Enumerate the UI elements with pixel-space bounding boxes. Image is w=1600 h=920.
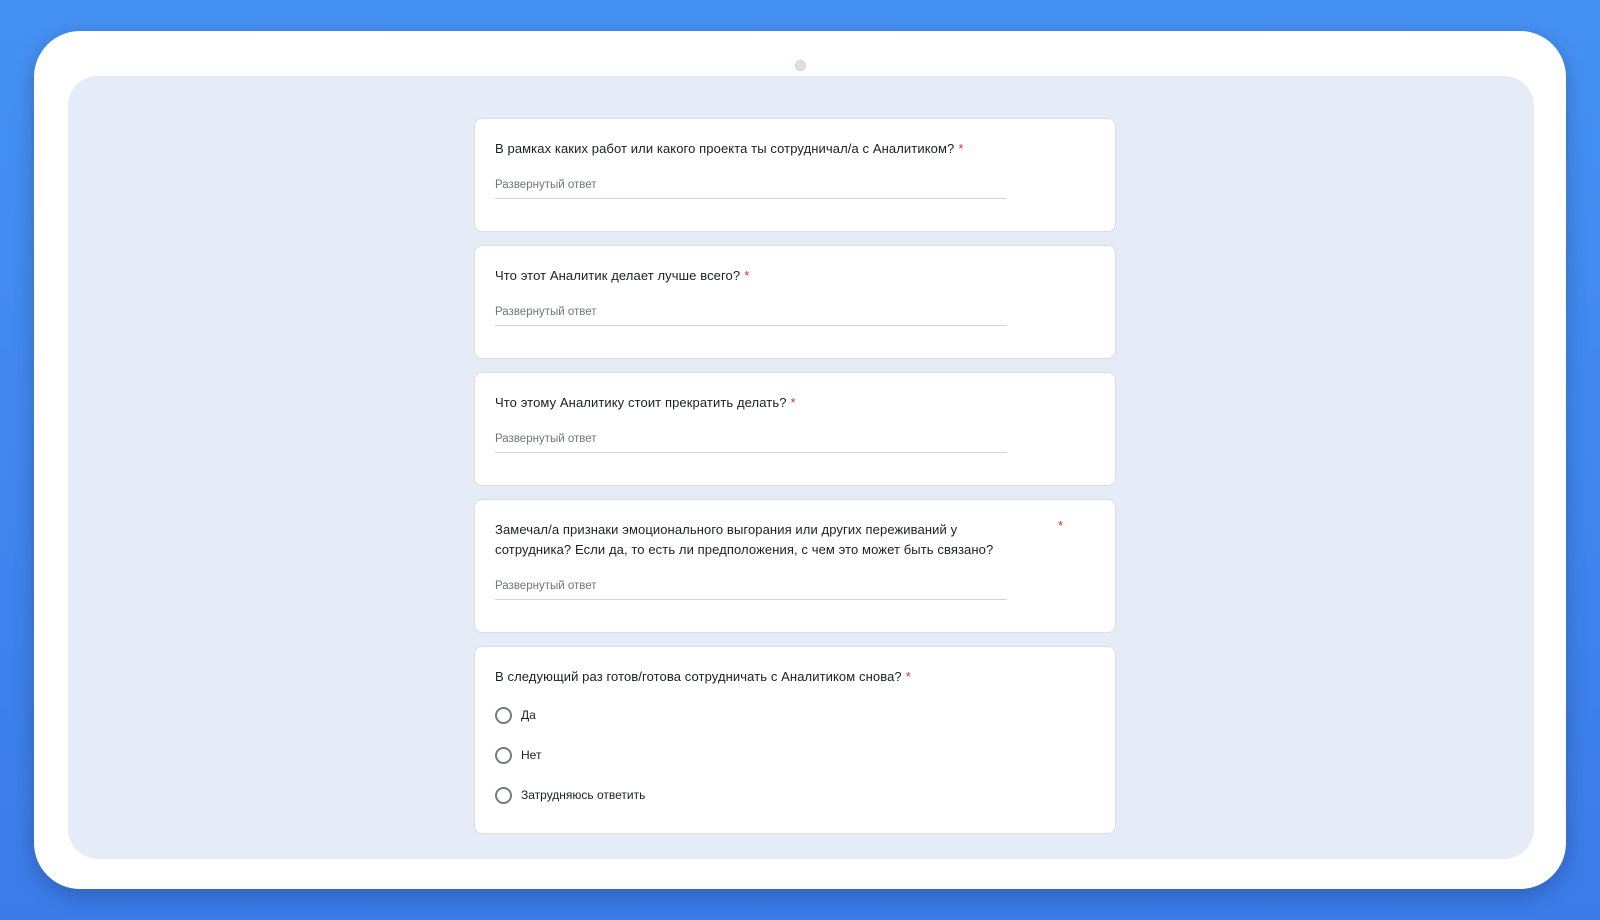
required-star: * (1058, 518, 1064, 533)
question-title: Что этот Аналитик делает лучше всего? * (495, 266, 1095, 286)
radio-option-label[interactable]: Затрудняюсь ответить (521, 788, 645, 802)
screen: В рамках каких работ или какого проекта … (68, 76, 1534, 859)
long-answer-input[interactable] (495, 576, 1007, 600)
radio-option-no[interactable]: Нет (495, 743, 1095, 767)
long-answer-input[interactable] (495, 175, 1007, 199)
question-title: Замечал/а признаки эмоционального выгора… (495, 520, 1007, 560)
required-star: * (790, 395, 796, 410)
required-star: * (905, 669, 911, 684)
question-title: Что этому Аналитику стоит прекратить дел… (495, 393, 1095, 413)
question-title-text: Что этот Аналитик делает лучше всего? (495, 268, 741, 283)
radio-option-yes[interactable]: Да (495, 703, 1095, 727)
radio-group: Да Нет Затрудняюсь ответить (495, 703, 1095, 807)
required-star: * (958, 141, 964, 156)
question-title-text: В рамках каких работ или какого проекта … (495, 141, 955, 156)
question-card-collaborate-again: В следующий раз готов/готова сотрудничат… (474, 646, 1116, 834)
question-card-burnout: Замечал/а признаки эмоционального выгора… (474, 499, 1116, 633)
tablet-frame: В рамках каких работ или какого проекта … (34, 31, 1566, 889)
question-card-strengths: Что этот Аналитик делает лучше всего? * (474, 245, 1116, 359)
required-star: * (744, 268, 750, 283)
question-card-stop-doing: Что этому Аналитику стоит прекратить дел… (474, 372, 1116, 486)
radio-button-icon[interactable] (495, 786, 512, 804)
radio-option-label[interactable]: Нет (521, 748, 541, 762)
question-title-text: Замечал/а признаки эмоционального выгора… (495, 522, 994, 557)
radio-option-unsure[interactable]: Затрудняюсь ответить (495, 783, 1095, 807)
question-card-project: В рамках каких работ или какого проекта … (474, 118, 1116, 232)
question-title-text: В следующий раз готов/готова сотрудничат… (495, 669, 902, 684)
radio-button-icon[interactable] (495, 746, 512, 764)
long-answer-input[interactable] (495, 429, 1007, 453)
camera-dot (795, 60, 806, 71)
radio-button-icon[interactable] (495, 706, 512, 724)
long-answer-input[interactable] (495, 302, 1007, 326)
question-title: В следующий раз готов/готова сотрудничат… (495, 667, 1095, 687)
question-title-text: Что этому Аналитику стоит прекратить дел… (495, 395, 787, 410)
form-questions-column: В рамках каких работ или какого проекта … (474, 118, 1116, 847)
question-title: В рамках каких работ или какого проекта … (495, 139, 1095, 159)
radio-option-label[interactable]: Да (521, 708, 536, 722)
